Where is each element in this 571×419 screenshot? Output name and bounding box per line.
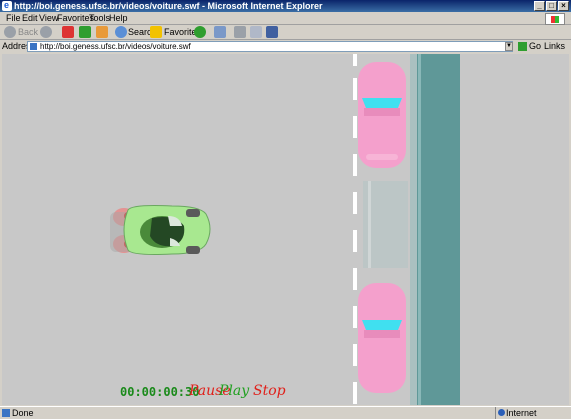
- window-title: http://boi.geness.ufsc.br/videos/voiture…: [14, 1, 323, 11]
- links-button[interactable]: Links: [544, 41, 565, 52]
- toolbar: Back Search Favorites: [0, 25, 571, 40]
- ie-icon: [2, 0, 12, 11]
- menu-tools[interactable]: Tools: [89, 12, 110, 24]
- address-input[interactable]: http://boi.geness.ufsc.br/videos/voiture…: [27, 41, 513, 52]
- flash-scene: [2, 54, 569, 405]
- mail-icon[interactable]: [214, 26, 226, 38]
- edit-icon[interactable]: [250, 26, 262, 38]
- history-icon[interactable]: [194, 26, 206, 38]
- menu-file[interactable]: File: [6, 12, 21, 24]
- address-dropdown-button[interactable]: ▼: [505, 42, 513, 51]
- address-bar: Address http://boi.geness.ufsc.br/videos…: [0, 40, 571, 53]
- status-bar: Done Internet: [0, 406, 571, 419]
- go-button[interactable]: Go: [518, 41, 541, 52]
- internet-zone: Internet: [495, 407, 571, 419]
- window-controls: _ □ ×: [534, 1, 569, 11]
- minimize-button[interactable]: _: [534, 1, 545, 11]
- close-button[interactable]: ×: [558, 1, 569, 11]
- pink-car-top: [358, 62, 406, 168]
- stop-button[interactable]: Stop: [253, 383, 286, 399]
- title-bar: http://boi.geness.ufsc.br/videos/voiture…: [0, 0, 571, 12]
- road: [2, 54, 569, 405]
- print-icon[interactable]: [234, 26, 246, 38]
- menu-help[interactable]: Help: [109, 12, 128, 24]
- timer-display: 00:00:00:30: [120, 385, 200, 399]
- favorites-star-icon[interactable]: [150, 26, 162, 38]
- home-icon[interactable]: [96, 26, 108, 38]
- curb: [410, 54, 417, 405]
- page-icon: [30, 43, 37, 50]
- forward-arrow-icon[interactable]: [40, 26, 52, 38]
- menu-bar: File Edit View Favorites Tools Help: [0, 12, 571, 25]
- flash-content[interactable]: 00:00:00:30 Pause Play Stop: [2, 54, 569, 405]
- page-done-icon: [2, 409, 10, 417]
- back-button[interactable]: Back: [18, 26, 38, 38]
- menu-edit[interactable]: Edit: [22, 12, 38, 24]
- play-button[interactable]: Play: [219, 383, 249, 399]
- menu-view[interactable]: View: [39, 12, 58, 24]
- stop-icon[interactable]: [62, 26, 74, 38]
- maximize-button[interactable]: □: [546, 1, 557, 11]
- windows-logo-icon: [545, 13, 565, 25]
- status-text: Done: [12, 408, 34, 418]
- messenger-icon[interactable]: [266, 26, 278, 38]
- canal: [417, 54, 460, 405]
- green-car: [110, 205, 211, 255]
- address-url: http://boi.geness.ufsc.br/videos/voiture…: [40, 42, 191, 51]
- back-arrow-icon[interactable]: [4, 26, 16, 38]
- search-icon[interactable]: [115, 26, 127, 38]
- refresh-icon[interactable]: [79, 26, 91, 38]
- pink-car-bottom: [358, 283, 406, 393]
